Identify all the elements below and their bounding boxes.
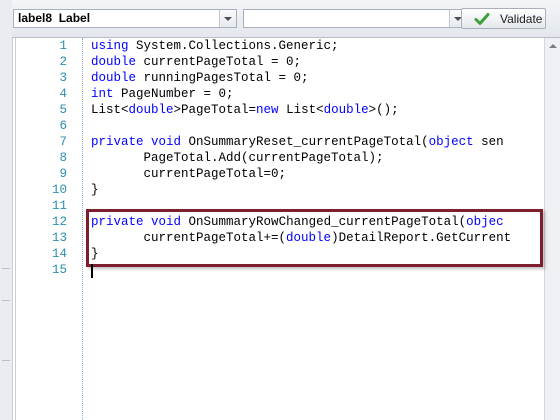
- code-line[interactable]: 9 currentPageTotal=0;: [15, 166, 544, 182]
- line-number: 9: [59, 167, 67, 181]
- code-token: }: [91, 183, 99, 197]
- object-combo-value: label8 Label: [18, 11, 91, 25]
- code-text: }: [91, 182, 99, 198]
- code-token: currentPageTotal = 0;: [136, 55, 302, 69]
- keyword-token: double: [91, 71, 137, 85]
- event-combo[interactable]: [243, 9, 467, 28]
- validate-label: Validate: [500, 12, 543, 26]
- code-token: >();: [368, 103, 399, 117]
- text-caret: [91, 264, 93, 278]
- code-token: runningPagesTotal = 0;: [136, 71, 309, 85]
- chevron-down-icon[interactable]: [219, 10, 236, 27]
- line-number: 1: [59, 39, 67, 53]
- code-token: PageTotal.Add(currentPageTotal);: [91, 151, 384, 165]
- code-token: List<: [91, 103, 129, 117]
- code-token: OnSummaryReset_currentPageTotal(: [181, 135, 429, 149]
- code-line[interactable]: 5 List<double>PageTotal=new List<double>(…: [15, 102, 544, 118]
- code-line[interactable]: 1 using System.Collections.Generic;: [15, 38, 544, 54]
- line-number: 4: [59, 87, 67, 101]
- code-token: currentPageTotal=0;: [91, 167, 287, 181]
- code-line[interactable]: 2 double currentPageTotal = 0;: [15, 54, 544, 70]
- checkmark-icon: [474, 13, 490, 25]
- script-toolbar: label8 Label Validate: [12, 0, 560, 38]
- code-text: int PageNumber = 0;: [91, 86, 234, 102]
- code-text: double currentPageTotal = 0;: [91, 54, 301, 70]
- left-panel-strip: [0, 0, 13, 420]
- line-number: 14: [51, 247, 67, 261]
- line-number: 15: [51, 263, 67, 277]
- code-text: double runningPagesTotal = 0;: [91, 70, 309, 86]
- code-token: System.Collections.Generic;: [128, 39, 339, 53]
- validate-button[interactable]: Validate: [461, 8, 546, 29]
- code-token: PageNumber = 0;: [113, 87, 234, 101]
- code-line[interactable]: 6: [15, 118, 544, 134]
- keyword-token: void: [151, 135, 182, 149]
- code-text: currentPageTotal=0;: [91, 166, 287, 182]
- code-line[interactable]: 7 private void OnSummaryReset_currentPage…: [15, 134, 544, 150]
- keyword-token: double: [323, 103, 369, 117]
- line-number: 10: [51, 183, 67, 197]
- keyword-token: private: [91, 135, 144, 149]
- scroll-up-icon[interactable]: [545, 38, 560, 54]
- object-combo[interactable]: label8 Label: [13, 9, 237, 28]
- code-line[interactable]: 4 int PageNumber = 0;: [15, 86, 544, 102]
- code-text: private void OnSummaryReset_currentPageT…: [91, 134, 504, 150]
- keyword-token: double: [91, 55, 137, 69]
- line-number: 7: [59, 135, 67, 149]
- code-text: List<double>PageTotal=new List<double>()…: [91, 102, 399, 118]
- line-number: 13: [51, 231, 67, 245]
- vertical-scrollbar[interactable]: [544, 38, 560, 420]
- panel-splitter-mark: [2, 360, 10, 367]
- keyword-token: new: [256, 103, 279, 117]
- line-number: 3: [59, 71, 67, 85]
- keyword-token: using: [91, 39, 129, 53]
- code-token: >PageTotal=: [173, 103, 257, 117]
- line-number: 2: [59, 55, 67, 69]
- line-number: 12: [51, 215, 67, 229]
- code-token: sen: [473, 135, 504, 149]
- line-number: 6: [59, 119, 67, 133]
- code-line[interactable]: 3 double runningPagesTotal = 0;: [15, 70, 544, 86]
- keyword-token: double: [128, 103, 174, 117]
- line-number: 5: [59, 103, 67, 117]
- line-number: 8: [59, 151, 67, 165]
- code-text: PageTotal.Add(currentPageTotal);: [91, 150, 384, 166]
- code-line[interactable]: 10}: [15, 182, 544, 198]
- code-text: using System.Collections.Generic;: [91, 38, 339, 54]
- code-line[interactable]: 8 PageTotal.Add(currentPageTotal);: [15, 150, 544, 166]
- highlight-box: [86, 209, 543, 267]
- line-number: 11: [51, 199, 67, 213]
- code-token: List<: [278, 103, 324, 117]
- panel-splitter-mark: [2, 268, 10, 275]
- keyword-token: int: [91, 87, 114, 101]
- keyword-token: object: [428, 135, 474, 149]
- panel-splitter-mark: [2, 300, 10, 307]
